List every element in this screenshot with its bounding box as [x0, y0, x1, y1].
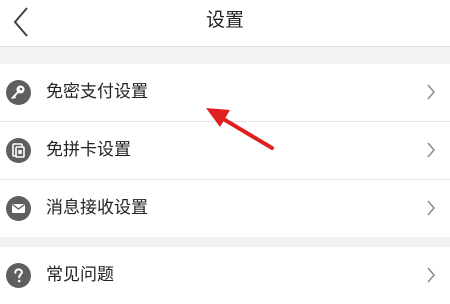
settings-item-label: 免密支付设置	[46, 82, 148, 102]
settings-item-message-receive[interactable]: 消息接收设置	[0, 180, 450, 237]
settings-item-password-free-payment[interactable]: 免密支付设置	[0, 64, 450, 122]
chevron-right-icon	[427, 267, 435, 283]
header-bar: 设置	[0, 0, 450, 47]
chevron-right-icon	[427, 200, 435, 216]
chevron-right-icon	[427, 84, 435, 100]
settings-item-group-card[interactable]: 免拼卡设置	[0, 122, 450, 180]
settings-group-help: 常见问题	[0, 247, 450, 304]
settings-item-label: 消息接收设置	[46, 198, 148, 218]
settings-group-main: 免密支付设置 免拼卡设置 消息接收设置	[0, 64, 450, 237]
settings-item-faq[interactable]: 常见问题	[0, 247, 450, 304]
mail-icon	[6, 196, 31, 221]
settings-item-label: 常见问题	[46, 265, 114, 285]
page-title: 设置	[205, 9, 244, 31]
chevron-right-icon	[427, 142, 435, 158]
key-icon	[6, 80, 31, 105]
card-icon	[6, 138, 31, 163]
question-icon	[6, 263, 31, 288]
settings-item-label: 免拼卡设置	[46, 140, 131, 160]
